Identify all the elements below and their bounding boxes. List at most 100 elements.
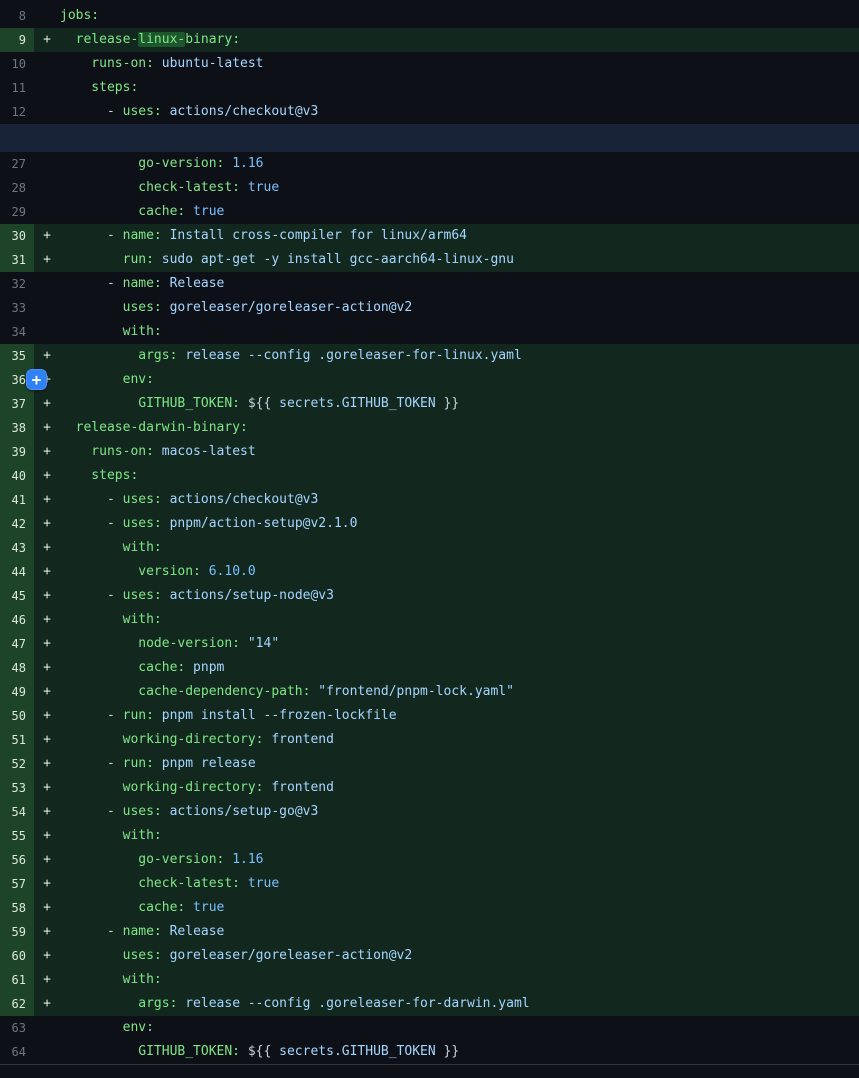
diff-marker [34,296,60,320]
line-number[interactable]: 51 [0,728,34,752]
line-number[interactable]: 63 [0,1016,34,1040]
diff-marker: + [34,920,60,944]
line-number[interactable]: 54 [0,800,34,824]
line-number[interactable]: 30 [0,224,34,248]
code-content: with: [60,320,859,344]
line-number[interactable]: 45 [0,584,34,608]
line-number[interactable]: 43 [0,536,34,560]
line-number[interactable]: 46 [0,608,34,632]
line-number[interactable]: 29 [0,200,34,224]
code-content: cache: true [60,200,859,224]
line-number[interactable]: 41 [0,488,34,512]
line-number[interactable]: 48 [0,656,34,680]
line-number[interactable]: 59 [0,920,34,944]
diff-marker: + [34,512,60,536]
line-number[interactable]: 28 [0,176,34,200]
line-number[interactable]: 50 [0,704,34,728]
line-number[interactable]: 34 [0,320,34,344]
add-comment-button[interactable]: + [26,369,47,390]
line-number[interactable]: 61 [0,968,34,992]
diff-row-56: 56+ go-version: 1.16 [0,848,859,872]
diff-lines: 8jobs:9+ release-linux-binary:10 runs-on… [0,0,859,1064]
line-number[interactable]: 62 [0,992,34,1016]
code-content: go-version: 1.16 [60,152,859,176]
diff-marker: + [34,824,60,848]
line-number[interactable]: 9 [0,28,34,52]
diff-row-45: 45+ - uses: actions/setup-node@v3 [0,584,859,608]
code-content: with: [60,608,859,632]
diff-marker [34,320,60,344]
line-number[interactable]: 27 [0,152,34,176]
code-content: working-directory: frontend [60,776,859,800]
line-number[interactable]: 55 [0,824,34,848]
code-content: version: 6.10.0 [60,560,859,584]
line-number[interactable]: 31 [0,248,34,272]
line-number[interactable]: 32 [0,272,34,296]
diff-row-61: 61+ with: [0,968,859,992]
line-number[interactable]: 8 [0,4,34,28]
code-content: GITHUB_TOKEN: ${{ secrets.GITHUB_TOKEN }… [60,1040,859,1064]
line-number[interactable]: 38 [0,416,34,440]
line-number[interactable]: 33 [0,296,34,320]
diff-row-28: 28 check-latest: true [0,176,859,200]
diff-row-35: 35+ args: release --config .goreleaser-f… [0,344,859,368]
diff-marker: + [34,464,60,488]
code-content: release-darwin-binary: [60,416,859,440]
line-number[interactable]: 39 [0,440,34,464]
diff-marker: + [34,992,60,1016]
line-number[interactable]: 52 [0,752,34,776]
diff-row-10: 10 runs-on: ubuntu-latest [0,52,859,76]
line-number[interactable]: 58 [0,896,34,920]
code-content: - uses: actions/checkout@v3 [60,488,859,512]
diff-row-49: 49+ cache-dependency-path: "frontend/pnp… [0,680,859,704]
diff-marker: + [34,848,60,872]
line-number[interactable]: 44 [0,560,34,584]
diff-row-30: 30+ - name: Install cross-compiler for l… [0,224,859,248]
code-content: - name: Release [60,920,859,944]
line-number[interactable]: 42 [0,512,34,536]
diff-marker: + [34,680,60,704]
diff-row-9: 9+ release-linux-binary: [0,28,859,52]
code-content: release-linux-binary: [60,28,859,52]
diff-marker: + [34,776,60,800]
code-content: cache: true [60,896,859,920]
line-number[interactable]: 40 [0,464,34,488]
expand-hunk-band[interactable] [0,124,859,152]
line-number[interactable]: 37 [0,392,34,416]
line-number[interactable]: 53 [0,776,34,800]
diff-marker [34,176,60,200]
line-number[interactable]: 10 [0,52,34,76]
diff-marker [34,100,60,124]
line-number[interactable]: 47 [0,632,34,656]
code-content: working-directory: frontend [60,728,859,752]
code-content: - uses: actions/setup-node@v3 [60,584,859,608]
diff-view: 8jobs:9+ release-linux-binary:10 runs-on… [0,0,859,1078]
diff-row-39: 39+ runs-on: macos-latest [0,440,859,464]
line-number[interactable]: 56 [0,848,34,872]
diff-marker [34,152,60,176]
diff-row-53: 53+ working-directory: frontend [0,776,859,800]
diff-bottom-border [0,1064,859,1078]
code-content: uses: goreleaser/goreleaser-action@v2 [60,944,859,968]
line-number[interactable]: 12 [0,100,34,124]
line-number[interactable]: 11 [0,76,34,100]
line-number[interactable]: 60 [0,944,34,968]
diff-row-40: 40+ steps: [0,464,859,488]
diff-marker: + [34,728,60,752]
line-number[interactable]: 57 [0,872,34,896]
code-content: - uses: actions/setup-go@v3 [60,800,859,824]
diff-row-27: 27 go-version: 1.16 [0,152,859,176]
line-number[interactable]: 49 [0,680,34,704]
code-content: with: [60,968,859,992]
diff-marker: + [34,536,60,560]
code-content: - uses: actions/checkout@v3 [60,100,859,124]
code-content: runs-on: ubuntu-latest [60,52,859,76]
line-number[interactable]: 64 [0,1040,34,1064]
line-number[interactable]: 35 [0,344,34,368]
diff-marker: + [34,440,60,464]
diff-marker: + [34,800,60,824]
code-content: GITHUB_TOKEN: ${{ secrets.GITHUB_TOKEN }… [60,392,859,416]
code-content: - run: pnpm install --frozen-lockfile [60,704,859,728]
diff-marker [34,1040,60,1064]
diff-row-31: 31+ run: sudo apt-get -y install gcc-aar… [0,248,859,272]
